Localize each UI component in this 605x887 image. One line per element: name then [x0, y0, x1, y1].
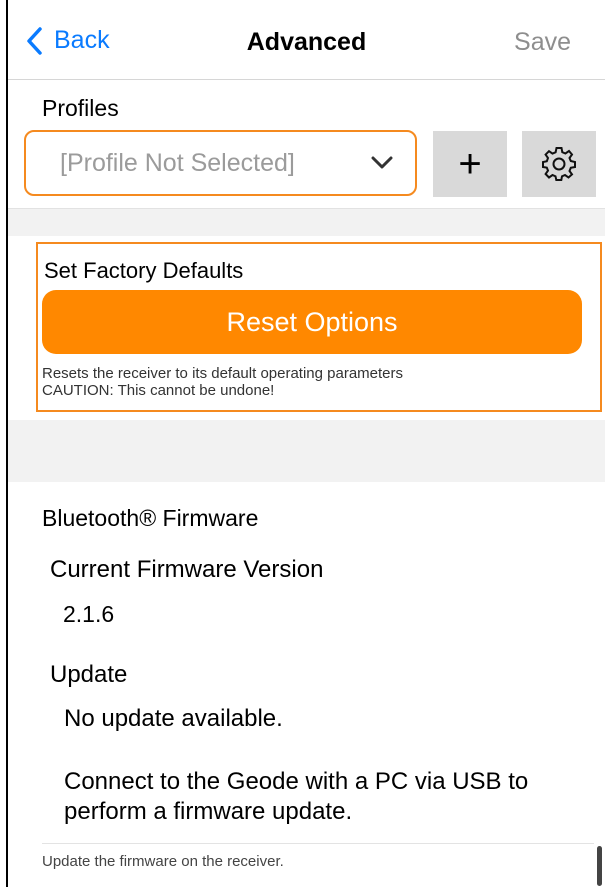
update-label: Update — [50, 661, 128, 688]
factory-defaults-section: Set Factory Defaults Reset Options Reset… — [36, 242, 602, 412]
chevron-down-icon — [371, 156, 393, 169]
save-button[interactable]: Save — [514, 28, 571, 57]
update-status: No update available. — [64, 705, 283, 732]
profile-dropdown[interactable]: [Profile Not Selected] — [24, 130, 417, 196]
scrollbar[interactable] — [597, 846, 602, 886]
firmware-footer-note: Update the firmware on the receiver. — [42, 853, 284, 870]
profile-settings-button[interactable] — [522, 131, 596, 197]
firmware-section-title: Bluetooth® Firmware — [42, 505, 259, 531]
factory-note-line1: Resets the receiver to its default opera… — [42, 365, 404, 382]
plus-icon: + — [458, 142, 482, 186]
add-profile-button[interactable]: + — [433, 131, 507, 197]
profile-dropdown-value: [Profile Not Selected] — [60, 148, 295, 177]
gear-icon — [542, 147, 576, 181]
current-firmware-label: Current Firmware Version — [50, 556, 324, 583]
update-instructions: Connect to the Geode with a PC via USB t… — [64, 768, 529, 825]
divider — [42, 843, 594, 844]
factory-defaults-title: Set Factory Defaults — [44, 258, 244, 283]
section-separator — [8, 420, 605, 482]
factory-note-line2: CAUTION: This cannot be undone! — [42, 382, 275, 399]
current-firmware-value: 2.1.6 — [63, 601, 115, 627]
reset-options-button[interactable]: Reset Options — [42, 290, 582, 354]
navigation-bar: Back Advanced Save — [8, 0, 605, 80]
section-separator — [8, 208, 605, 236]
screen: Back Advanced Save Profiles [Profile Not… — [6, 0, 605, 887]
profiles-label: Profiles — [42, 95, 119, 121]
factory-defaults-note: Resets the receiver to its default opera… — [42, 365, 403, 399]
